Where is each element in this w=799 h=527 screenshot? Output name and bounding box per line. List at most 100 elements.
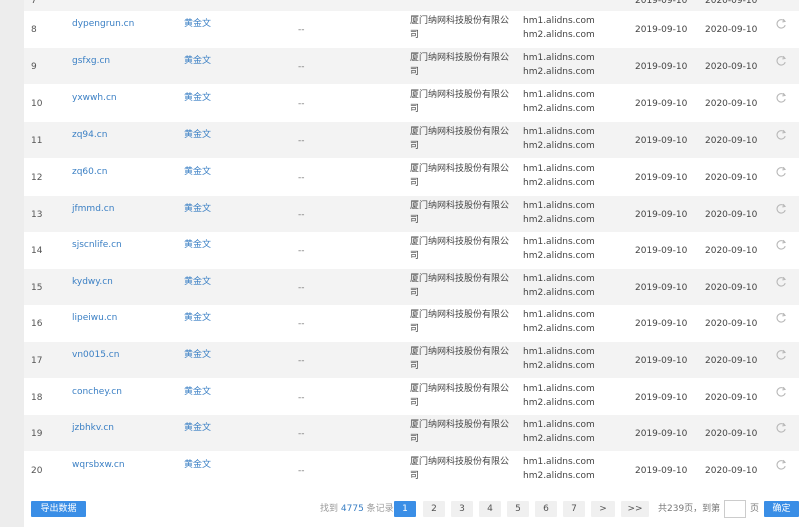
holder-link[interactable]: 黄金文 (184, 311, 211, 325)
empty-cell: -- (298, 25, 305, 35)
registration-date: 2019-09-10 (635, 0, 688, 6)
refresh-icon[interactable] (775, 276, 787, 288)
refresh-icon[interactable] (775, 55, 787, 67)
refresh-icon[interactable] (775, 18, 787, 30)
page-button-6[interactable]: 6 (535, 501, 557, 517)
table-row: 12 zq60.cn 黄金文 -- 厦门纳网科技股份有限公司 2019-09-10 2020… (24, 159, 799, 195)
row-number: 20 (31, 466, 43, 476)
dns-primary: hm1.alidns.com (523, 274, 595, 284)
dns-secondary: hm2.alidns.com (523, 324, 595, 334)
refresh-icon[interactable] (775, 0, 787, 1)
holder-link[interactable]: 黄金文 (184, 17, 211, 31)
dns-primary: hm1.alidns.com (523, 201, 595, 211)
domain-link[interactable]: wqrsbxw.cn (72, 458, 125, 472)
refresh-icon[interactable] (775, 349, 787, 361)
refresh-icon[interactable] (775, 166, 787, 178)
found-count: 4775 (340, 504, 364, 514)
empty-cell: -- (298, 210, 305, 220)
row-number: 12 (31, 173, 43, 183)
page-button-2[interactable]: 2 (423, 501, 445, 517)
page-button-7[interactable]: 7 (563, 501, 585, 517)
refresh-icon[interactable] (775, 459, 787, 471)
page-button-4[interactable]: 4 (479, 501, 501, 517)
confirm-button[interactable]: 确定 (764, 501, 799, 517)
empty-cell: -- (298, 356, 305, 366)
refresh-icon[interactable] (775, 129, 787, 141)
registrar-name: 厦门纳网科技股份有限公司 (410, 457, 510, 481)
dns-secondary: hm2.alidns.com (523, 141, 595, 151)
dns-secondary: hm2.alidns.com (523, 215, 595, 225)
dns-servers: hm1.alidns.com hm2.alidns.com (523, 382, 595, 410)
registrar-name: 厦门纳网科技股份有限公司 (410, 384, 510, 408)
dns-servers: hm1.alidns.com hm2.alidns.com (523, 272, 595, 300)
page-button-3[interactable]: 3 (451, 501, 473, 517)
refresh-icon[interactable] (775, 239, 787, 251)
dns-primary: hm1.alidns.com (523, 310, 595, 320)
dns-primary: hm1.alidns.com (523, 16, 595, 26)
domain-link[interactable]: sjscnlife.cn (72, 238, 122, 252)
domain-link[interactable]: dypengrun.cn (72, 17, 134, 31)
dns-servers: hm1.alidns.com hm2.alidns.com (523, 418, 595, 446)
dns-primary: hm1.alidns.com (523, 127, 595, 137)
domain-link[interactable]: conchey.cn (72, 385, 122, 399)
page-button-1[interactable]: 1 (394, 501, 416, 517)
holder-link[interactable]: 黄金文 (184, 348, 211, 362)
domain-link[interactable]: jfmmd.cn (72, 202, 114, 216)
refresh-icon[interactable] (775, 422, 787, 434)
row-number: 7 (31, 0, 37, 6)
dns-primary: hm1.alidns.com (523, 53, 595, 63)
domain-link[interactable]: lipeiwu.cn (72, 311, 117, 325)
domain-link[interactable]: gsfxg.cn (72, 54, 110, 68)
holder-link[interactable]: 黄金文 (184, 385, 211, 399)
domain-link[interactable]: vn0015.cn (72, 348, 119, 362)
holder-link[interactable]: 黄金文 (184, 91, 211, 105)
dns-servers: hm1.alidns.com hm2.alidns.com (523, 308, 595, 336)
dns-primary: hm1.alidns.com (523, 237, 595, 247)
holder-link[interactable]: 黄金文 (184, 238, 211, 252)
holder-link[interactable]: 黄金文 (184, 421, 211, 435)
export-data-button[interactable]: 导出数据 (31, 501, 86, 517)
registration-date: 2019-09-10 (635, 210, 688, 220)
domain-link[interactable]: kydwy.cn (72, 275, 113, 289)
found-suffix: 条记录 (366, 504, 394, 514)
row-number: 10 (31, 99, 43, 109)
empty-cell: -- (298, 319, 305, 329)
dns-secondary: hm2.alidns.com (523, 471, 595, 481)
dns-primary: hm1.alidns.com (523, 164, 595, 174)
registrar-name: 厦门纳网科技股份有限公司 (410, 347, 510, 371)
row-number: 17 (31, 356, 43, 366)
registrar-name: 厦门纳网科技股份有限公司 (410, 274, 510, 298)
row-number: 9 (31, 62, 37, 72)
next-page-button[interactable]: > (591, 501, 615, 517)
refresh-icon[interactable] (775, 312, 787, 324)
expiry-date: 2020-09-10 (705, 466, 758, 476)
table-row: 9 gsfxg.cn 黄金文 -- 厦门纳网科技股份有限公司 2019-09-10 2020… (24, 48, 799, 84)
last-page-button[interactable]: >> (621, 501, 649, 517)
dns-servers: hm1.alidns.com hm2.alidns.com (523, 345, 595, 373)
page-button-5[interactable]: 5 (507, 501, 529, 517)
registrar-name: 厦门纳网科技股份有限公司 (410, 90, 510, 114)
holder-link[interactable]: 黄金文 (184, 54, 211, 68)
registration-date: 2019-09-10 (635, 136, 688, 146)
dns-primary: hm1.alidns.com (523, 90, 595, 100)
refresh-icon[interactable] (775, 92, 787, 104)
refresh-icon[interactable] (775, 203, 787, 215)
holder-link[interactable]: 黄金文 (184, 165, 211, 179)
holder-link[interactable]: 黄金文 (184, 275, 211, 289)
domain-link[interactable]: jzbhkv.cn (72, 421, 114, 435)
domain-link[interactable]: yxwwh.cn (72, 91, 117, 105)
refresh-icon[interactable] (775, 386, 787, 398)
dns-primary: hm1.alidns.com (523, 457, 595, 467)
registration-date: 2019-09-10 (635, 62, 688, 72)
registrar-name: 厦门纳网科技股份有限公司 (410, 201, 510, 225)
holder-link[interactable]: 黄金文 (184, 458, 211, 472)
domain-link[interactable]: zq60.cn (72, 165, 107, 179)
empty-cell: -- (298, 99, 305, 109)
empty-cell: -- (298, 393, 305, 403)
domain-link[interactable]: zq94.cn (72, 128, 107, 142)
page-number-input[interactable] (724, 500, 746, 518)
table-row: 20 wqrsbxw.cn 黄金文 -- 厦门纳网科技股份有限公司 2019-09-10 2… (24, 452, 799, 488)
holder-link[interactable]: 黄金文 (184, 202, 211, 216)
dns-secondary: hm2.alidns.com (523, 67, 595, 77)
holder-link[interactable]: 黄金文 (184, 128, 211, 142)
